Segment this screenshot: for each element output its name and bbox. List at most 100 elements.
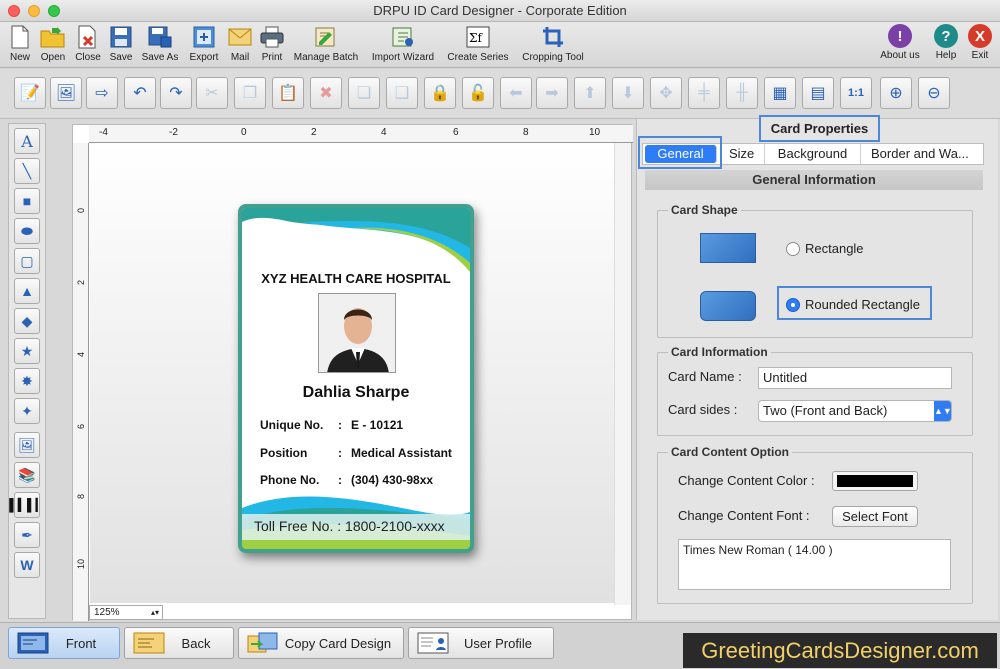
bottom-bar: Front Back Copy Card Design User Profile… xyxy=(0,622,1000,669)
zoom-level-field[interactable]: 125% ▴▾ xyxy=(89,605,163,620)
tab-background[interactable]: Background xyxy=(765,144,861,164)
tab-general[interactable]: General xyxy=(645,145,717,163)
card-name-label: Card Name : xyxy=(668,369,742,384)
rounded-rect-tool[interactable]: ▢ xyxy=(14,248,40,274)
new-document-icon xyxy=(7,24,33,50)
toolbar-open-button[interactable]: Open xyxy=(38,24,68,63)
picture-icon: 🖼 xyxy=(18,436,36,453)
front-side-button[interactable]: Front xyxy=(8,627,120,659)
line-tool[interactable]: ╲ xyxy=(14,158,40,184)
cut-button[interactable]: ✂ xyxy=(196,77,228,109)
toolbar-new-button[interactable]: New xyxy=(6,24,34,63)
image-button[interactable]: 🖼 xyxy=(50,77,82,109)
star-tool[interactable]: ★ xyxy=(14,338,40,364)
bring-front-button[interactable]: ❏ xyxy=(348,77,380,109)
copy-card-design-button[interactable]: Copy Card Design xyxy=(238,627,404,659)
toolbar-create-series-button[interactable]: Σf Create Series xyxy=(444,24,512,63)
rectangle-tool[interactable]: ■ xyxy=(14,188,40,214)
center-button[interactable]: ✥ xyxy=(650,77,682,109)
toolbar-manage-batch-button[interactable]: Manage Batch xyxy=(290,24,362,63)
unlock-button[interactable]: 🔓 xyxy=(462,77,494,109)
barcode-tool[interactable]: ▌▍▌▎ xyxy=(9,492,45,518)
move-right-button[interactable]: ➡ xyxy=(536,77,568,109)
delete-button[interactable]: ✖ xyxy=(310,77,342,109)
id-card[interactable]: XYZ HEALTH CARE HOSPITAL Dahlia Sharpe U… xyxy=(238,204,474,553)
zoom-out-button[interactable]: ⊖ xyxy=(918,77,950,109)
toolbar-import-wizard-button[interactable]: Import Wizard xyxy=(366,24,440,63)
tab-border-watermark[interactable]: Border and Wa... xyxy=(861,144,983,164)
move-up-button[interactable]: ⬆ xyxy=(574,77,606,109)
undo-button[interactable]: ↶ xyxy=(124,77,156,109)
rectangle-shape-preview[interactable] xyxy=(700,233,756,263)
toolbar-about-button[interactable]: ! About us xyxy=(876,24,924,61)
rectangle-radio[interactable]: Rectangle xyxy=(786,241,864,256)
paste-icon: 📋 xyxy=(278,85,298,102)
card-properties-title: Card Properties xyxy=(759,115,880,142)
zoom-in-button[interactable]: ⊕ xyxy=(880,77,912,109)
back-side-button[interactable]: Back xyxy=(124,627,234,659)
import-wizard-icon xyxy=(390,24,416,50)
sparkle-tool[interactable]: ✦ xyxy=(14,398,40,424)
toolbar-export-button[interactable]: Export xyxy=(186,24,222,63)
design-canvas: -4 -2 0 2 4 6 8 10 0 2 4 6 8 10 XYZ HEAL… xyxy=(72,124,633,621)
actual-size-button[interactable]: 1:1 xyxy=(840,77,872,109)
rounded-rectangle-shape-preview[interactable] xyxy=(700,291,756,321)
select-font-button[interactable]: Select Font xyxy=(832,506,918,527)
actual-size-icon: 1:1 xyxy=(848,87,864,99)
card-sides-label: Card sides : xyxy=(668,402,738,417)
signature-tool[interactable]: ✒ xyxy=(14,522,40,548)
toolbar-help-button[interactable]: ? Help xyxy=(931,24,961,61)
books-icon: 📚 xyxy=(18,466,36,483)
paste-button[interactable]: 📋 xyxy=(272,77,304,109)
canvas-vertical-scrollbar[interactable] xyxy=(614,143,631,605)
move-down-button[interactable]: ⬇ xyxy=(612,77,644,109)
toolbar-close-button[interactable]: Close xyxy=(72,24,104,63)
content-color-swatch-button[interactable] xyxy=(832,471,918,491)
export-image-button[interactable]: ⇨ xyxy=(86,77,118,109)
toolbar-print-button[interactable]: Print xyxy=(258,24,286,63)
send-back-button[interactable]: ❑ xyxy=(386,77,418,109)
card-photo[interactable] xyxy=(318,293,396,373)
toolbar-mail-button[interactable]: Mail xyxy=(226,24,254,63)
star-icon: ★ xyxy=(20,342,34,359)
properties-button[interactable]: 📝 xyxy=(14,77,46,109)
content-font-display: Times New Roman ( 14.00 ) xyxy=(678,539,951,590)
toolbar-save-button[interactable]: Save xyxy=(106,24,136,63)
text-tool[interactable]: A xyxy=(14,128,40,154)
library-tool[interactable]: 📚 xyxy=(14,462,40,488)
tab-size[interactable]: Size xyxy=(719,144,765,164)
rounded-rectangle-radio[interactable]: Rounded Rectangle xyxy=(786,297,920,312)
send-back-icon: ❑ xyxy=(394,85,410,102)
burst-tool[interactable]: ✸ xyxy=(14,368,40,394)
triangle-tool[interactable]: ▲ xyxy=(14,278,40,304)
window-minimize-button[interactable] xyxy=(28,5,40,17)
watermark-tool[interactable]: W xyxy=(14,552,40,578)
grid-button[interactable]: ▦ xyxy=(764,77,796,109)
align-vertical-button[interactable]: ╫ xyxy=(726,77,758,109)
card-toll-free[interactable]: Toll Free No. : 1800-2100-xxxx xyxy=(254,518,445,534)
user-profile-button[interactable]: User Profile xyxy=(408,627,554,659)
card-organization-name[interactable]: XYZ HEALTH CARE HOSPITAL xyxy=(242,271,470,286)
section-header: General Information xyxy=(645,170,983,190)
card-name-input[interactable]: Untitled xyxy=(758,367,952,389)
card-holder-name[interactable]: Dahlia Sharpe xyxy=(242,384,470,402)
align-horizontal-button[interactable]: ╪ xyxy=(688,77,720,109)
picture-tool[interactable]: 🖼 xyxy=(14,432,40,458)
toolbar-exit-button[interactable]: X Exit xyxy=(965,24,995,61)
toolbar-save-as-button[interactable]: Save As xyxy=(140,24,180,63)
diamond-tool[interactable]: ◆ xyxy=(14,308,40,334)
move-left-button[interactable]: ⬅ xyxy=(500,77,532,109)
window-close-button[interactable] xyxy=(8,5,20,17)
ruler-button[interactable]: ▤ xyxy=(802,77,834,109)
zoom-out-icon: ⊖ xyxy=(927,85,941,102)
chevron-down-icon: ▲▼ xyxy=(934,401,952,421)
scissors-icon: ✂ xyxy=(205,85,219,102)
window-zoom-button[interactable] xyxy=(48,5,60,17)
export-icon xyxy=(191,24,217,50)
toolbar-cropping-tool-button[interactable]: Cropping Tool xyxy=(518,24,588,63)
copy-button[interactable]: ❐ xyxy=(234,77,266,109)
redo-button[interactable]: ↷ xyxy=(160,77,192,109)
ellipse-tool[interactable]: ⬬ xyxy=(14,218,40,244)
card-sides-select[interactable]: Two (Front and Back) ▲▼ xyxy=(758,400,952,422)
lock-button[interactable]: 🔒 xyxy=(424,77,456,109)
